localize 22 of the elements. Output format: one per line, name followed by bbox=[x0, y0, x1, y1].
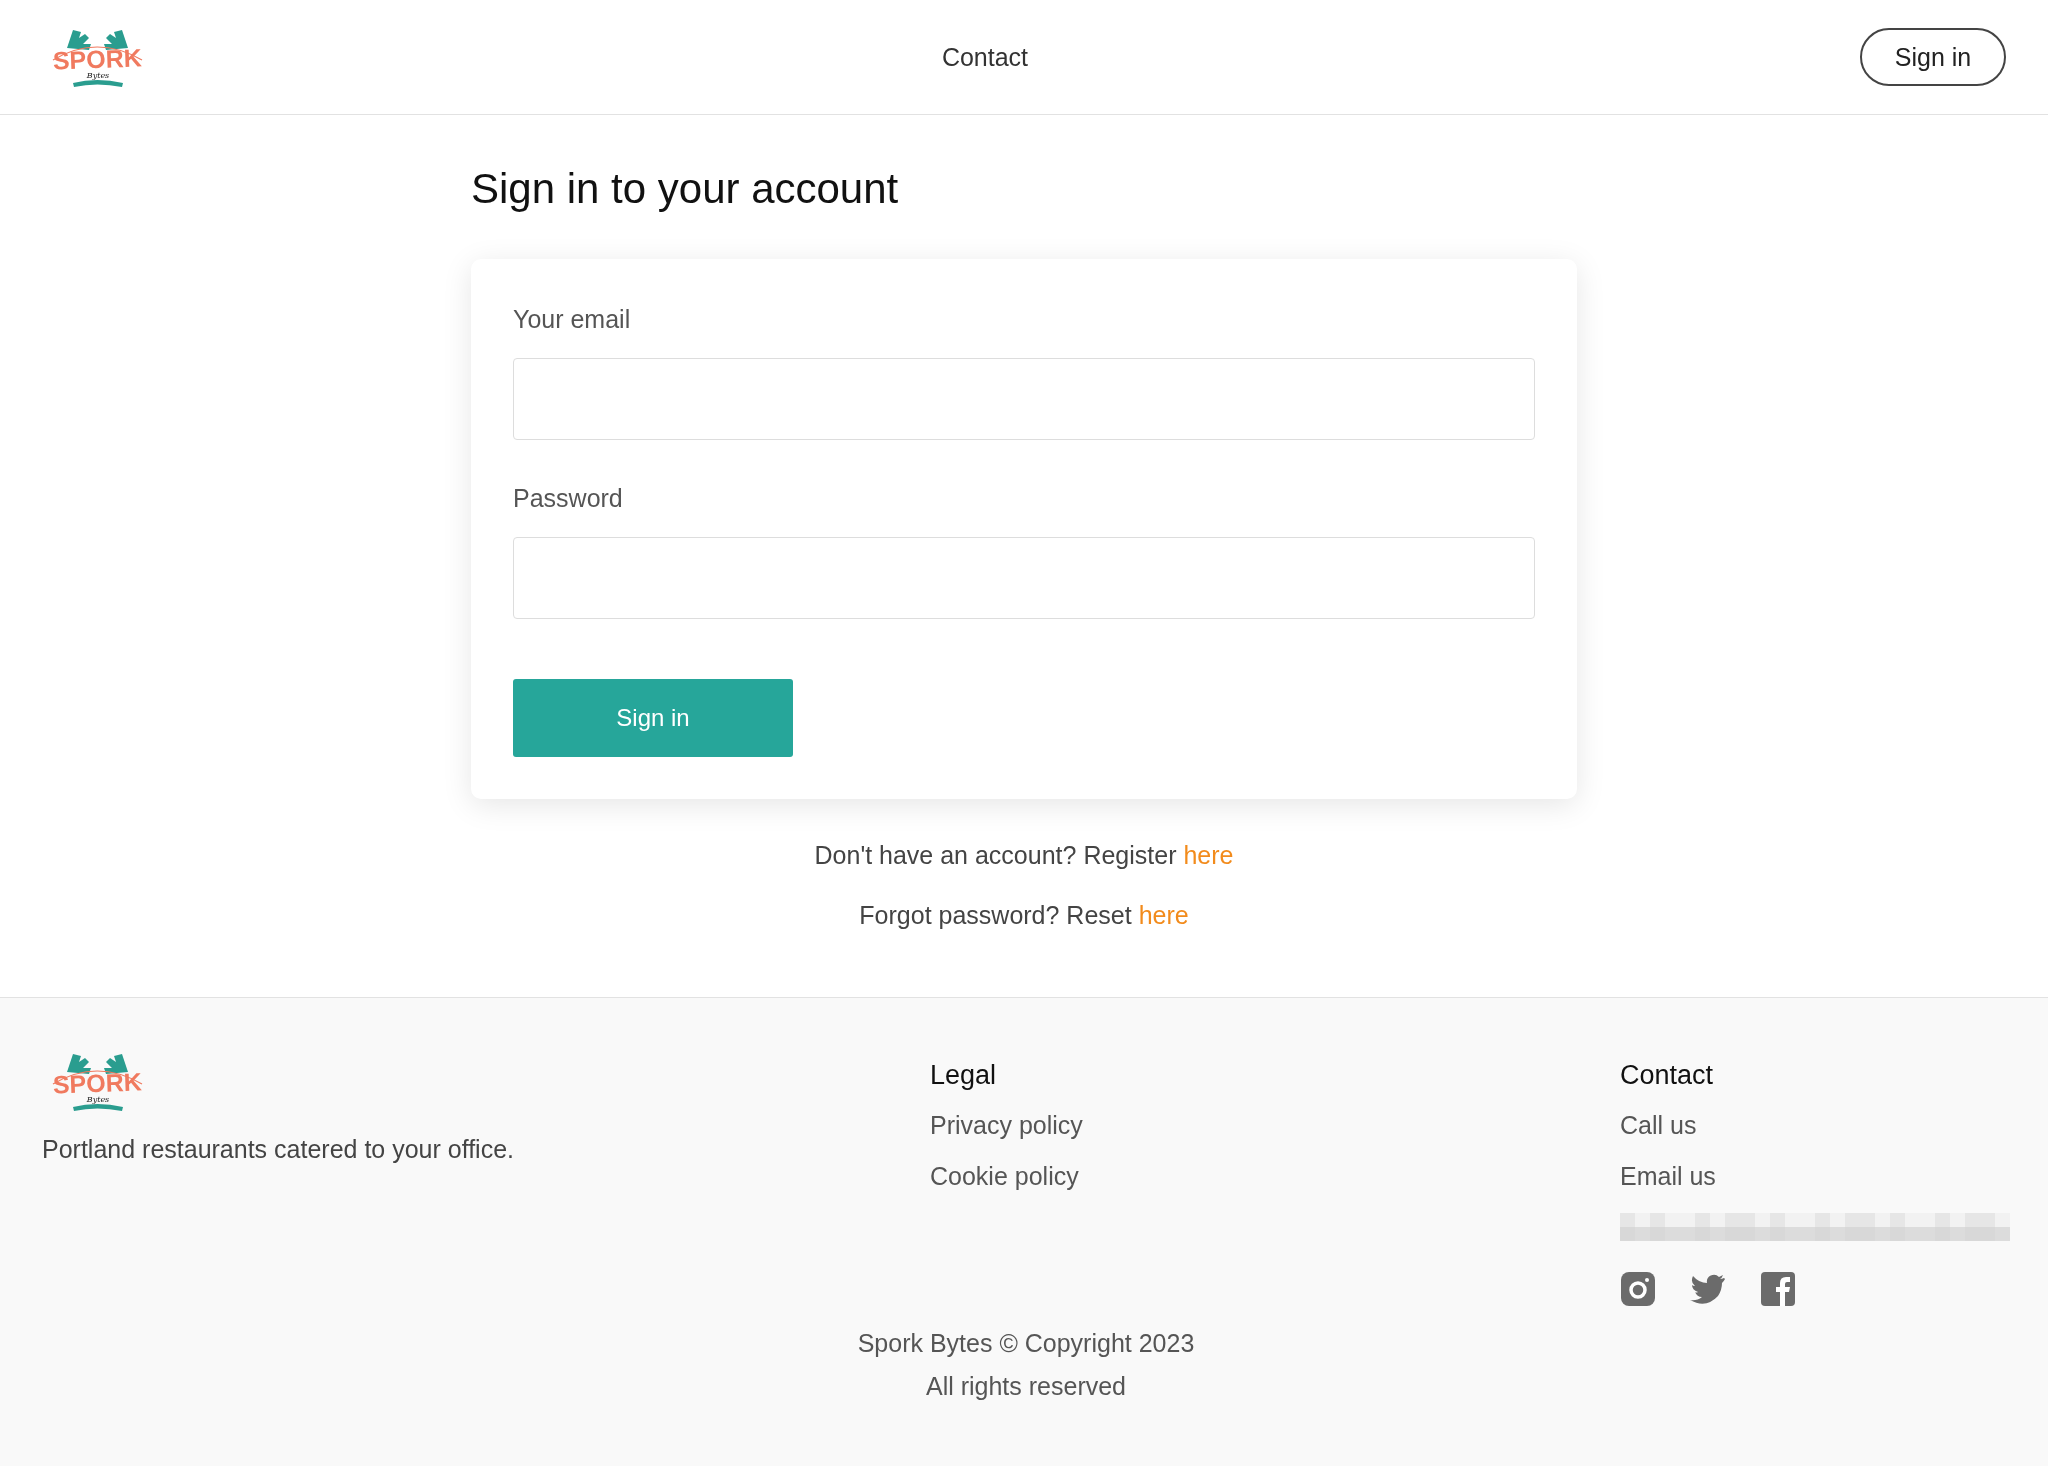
copyright-text: All rights reserved bbox=[925, 1372, 1127, 1401]
footer-link[interactable]: Cookie policy bbox=[930, 1162, 1620, 1191]
tagline: Portland restaurants catered to your office. bbox=[42, 1135, 516, 1164]
logo[interactable]: SPORK Bytes bbox=[45, 1050, 150, 1113]
copyright-text: Spork Bytes © Copyright 2023 bbox=[857, 1329, 1195, 1358]
footer-heading: Contact bbox=[1620, 1060, 1715, 1091]
sign-in-button[interactable]: Sign in bbox=[1860, 28, 2006, 86]
help-text: Don't have an account? Register here bbox=[814, 841, 1234, 870]
input-field[interactable] bbox=[513, 358, 1535, 440]
footer-link[interactable]: Privacy policy bbox=[930, 1111, 1620, 1140]
instagram-icon[interactable] bbox=[1620, 1271, 1656, 1307]
footer-link[interactable]: Call us bbox=[1620, 1111, 2010, 1140]
field-label: Password bbox=[513, 484, 624, 513]
help-text: Forgot password? Reset here bbox=[859, 901, 1189, 930]
field-label: Your email bbox=[513, 305, 632, 334]
footer-link[interactable]: Email us bbox=[1620, 1162, 2010, 1191]
input-field[interactable] bbox=[513, 537, 1535, 619]
logo[interactable]: SPORK Bytes bbox=[45, 25, 150, 89]
nav-link[interactable]: Contact bbox=[941, 42, 1029, 72]
footer-heading: Legal bbox=[930, 1060, 998, 1091]
facebook-icon[interactable] bbox=[1760, 1271, 1796, 1307]
page-title: Sign in to your account bbox=[471, 165, 900, 213]
